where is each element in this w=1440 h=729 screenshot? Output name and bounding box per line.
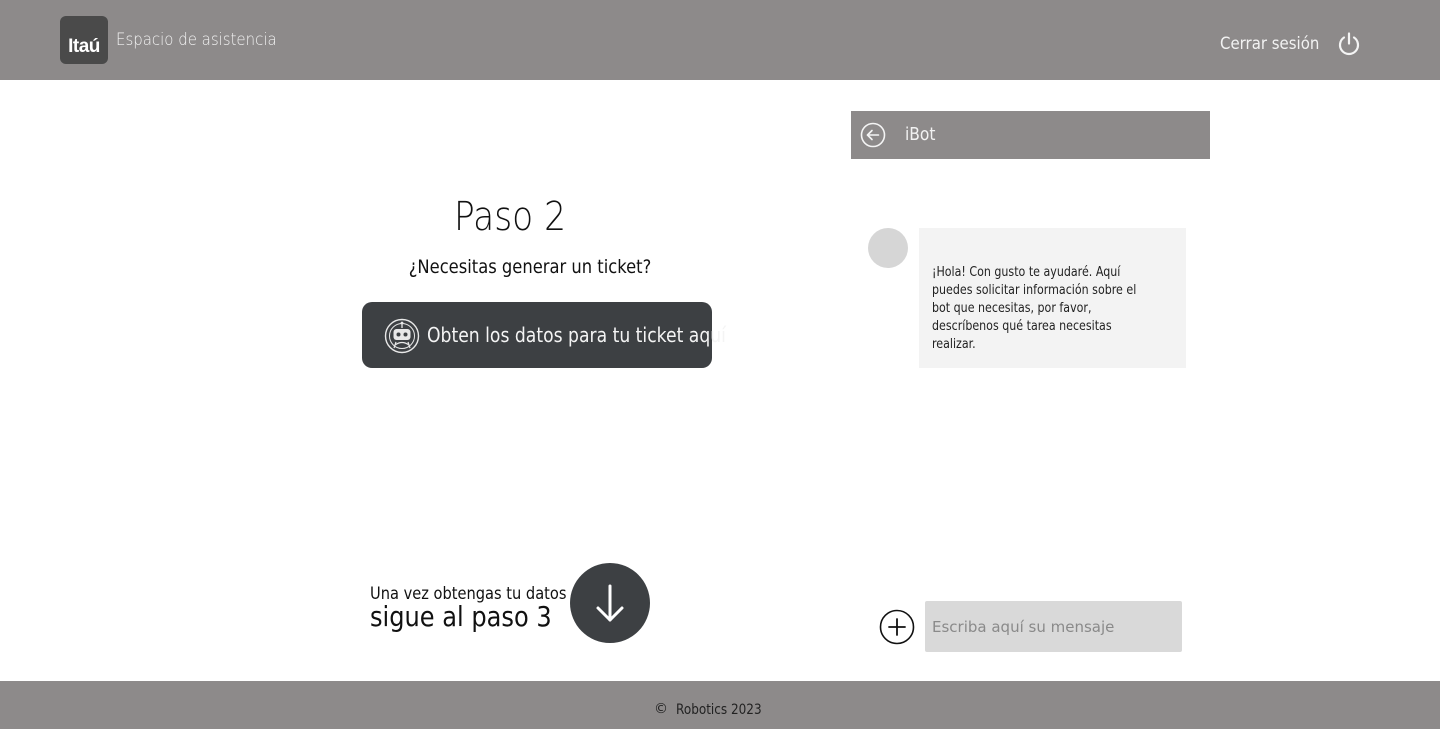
message-input[interactable] bbox=[925, 601, 1182, 652]
get-ticket-data-button[interactable]: Obten los datos para tu ticket aquí bbox=[362, 302, 726, 368]
arrow-left-circle-icon[interactable] bbox=[860, 122, 886, 148]
robot-icon bbox=[384, 318, 420, 354]
plus-circle-icon[interactable] bbox=[879, 609, 915, 645]
step-title: Paso 2 bbox=[453, 194, 567, 240]
bot-message-text: ¡Hola! Con gusto te ayudaré. Aquí puedes… bbox=[932, 264, 1137, 352]
footer: © Robotics 2023 bbox=[0, 681, 1440, 729]
bot-avatar bbox=[868, 228, 908, 268]
logout-link[interactable]: Cerrar sesión bbox=[1220, 34, 1319, 54]
top-bar: Itaú Espacio de asistencia Cerrar sesión bbox=[0, 0, 1440, 80]
power-icon[interactable] bbox=[1336, 31, 1362, 57]
get-ticket-data-label: Obten los datos para tu ticket aquí bbox=[427, 323, 726, 347]
itau-logo: Itaú bbox=[60, 16, 108, 64]
copyright-icon: © bbox=[654, 701, 668, 717]
app-title: Espacio de asistencia bbox=[116, 30, 277, 50]
ticket-question: ¿Necesitas generar un ticket? bbox=[408, 256, 652, 278]
footer-text: Robotics 2023 bbox=[676, 702, 762, 718]
bot-message-bubble: ¡Hola! Con gusto te ayudaré. Aquí puedes… bbox=[919, 228, 1186, 368]
arrow-down-icon bbox=[596, 584, 624, 622]
chat-title: iBot bbox=[905, 124, 936, 145]
chat-header: iBot bbox=[851, 111, 1210, 159]
scroll-down-button[interactable] bbox=[570, 563, 650, 643]
next-step-title: sigue al paso 3 bbox=[370, 600, 552, 633]
